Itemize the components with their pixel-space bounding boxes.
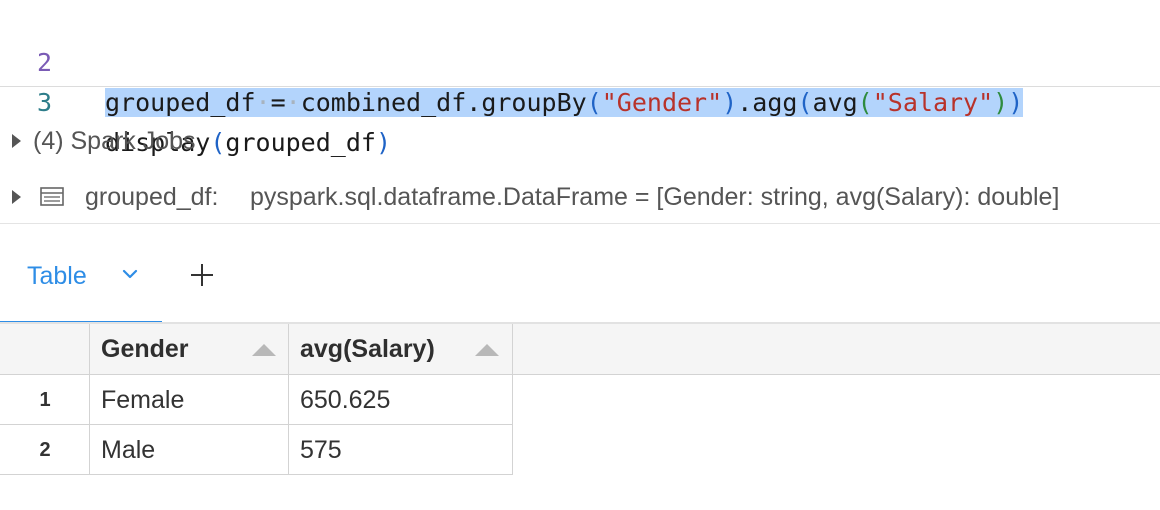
code-text[interactable]: grouped_df·=·combined_df.groupBy("Gender… [105,83,1024,123]
table-cell[interactable]: 650.625 [289,375,513,425]
caret-right-icon[interactable] [12,190,21,204]
chevron-down-icon[interactable] [121,267,139,281]
spark-jobs-label: (4) Spark Jobs [33,127,196,155]
grid-line [288,324,289,475]
grid-line [0,424,513,425]
line-number: 3 [36,88,52,117]
divider [0,223,1160,224]
grid-line [0,374,1160,375]
code-line-3[interactable]: 3 display(grouped_df) [0,43,391,157]
dataframe-schema-toggle[interactable]: grouped_df: pyspark.sql.dataframe.DataFr… [0,177,1160,217]
tab-table[interactable]: Table [0,240,162,324]
row-index: 1 [39,389,51,411]
dataframe-name: grouped_df: [85,183,219,211]
caret-right-icon[interactable] [12,134,21,148]
table-cell[interactable]: Female [90,375,289,425]
code-line-2[interactable]: 2 grouped_df·=·combined_df.groupBy("Gend… [0,3,1024,117]
code-editor[interactable]: 2 grouped_df·=·combined_df.groupBy("Gend… [0,0,1160,157]
result-tabs: Table [0,240,1160,324]
spark-jobs-toggle[interactable]: (4) Spark Jobs [0,121,1160,161]
tab-label: Table [27,262,87,290]
table-cell[interactable]: 575 [289,425,513,475]
table-cell[interactable]: Male [90,425,289,475]
table-icon [40,187,64,206]
sort-ascending-icon[interactable] [252,344,276,356]
row-index: 2 [39,439,51,461]
plus-icon[interactable] [189,262,215,288]
sort-ascending-icon[interactable] [475,344,499,356]
grid-line [89,324,90,475]
grid-line [0,474,513,475]
code-selection: grouped_df·=·combined_df.groupBy("Gender… [105,88,1024,117]
grid-line [512,324,513,475]
dataframe-schema: pyspark.sql.dataframe.DataFrame = [Gende… [250,183,1060,211]
result-table: Gender avg(Salary) 1 Female 650.625 2 Ma… [0,324,1160,510]
